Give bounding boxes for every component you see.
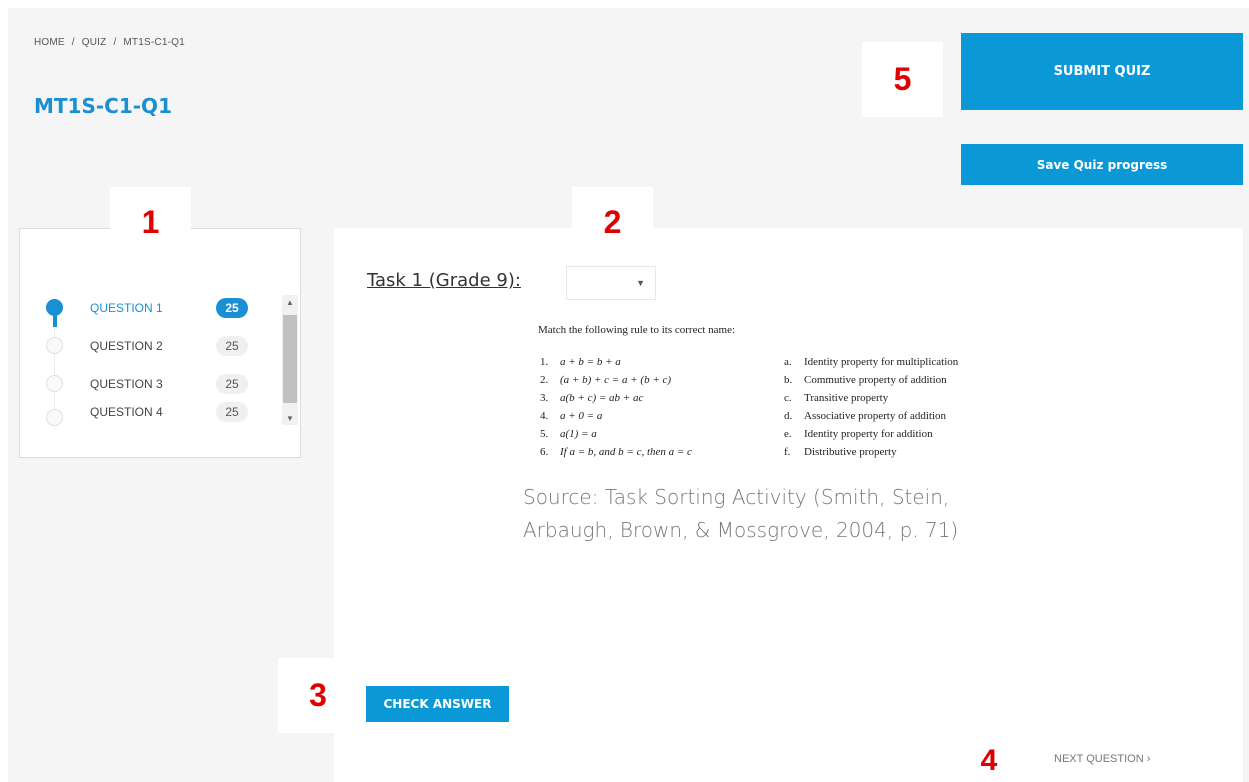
scroll-up-arrow-icon[interactable]: ▲: [282, 295, 298, 309]
name-letter: a.: [784, 356, 792, 368]
scroll-down-arrow-icon[interactable]: ▼: [282, 411, 298, 425]
task-image-row: 5. a(1) = a e. Identity property for add…: [540, 428, 1010, 446]
question-item-1[interactable]: QUESTION 1 25: [20, 293, 280, 327]
rule-text: a(b + c) = ab + ac: [560, 392, 644, 404]
rule-text: a + 0 = a: [560, 410, 603, 422]
task-image-row: 4. a + 0 = a d. Associative property of …: [540, 410, 1010, 428]
property-name: Distributive property: [804, 446, 897, 458]
name-letter: d.: [784, 410, 793, 422]
chevron-down-icon: ▼: [636, 278, 645, 288]
question-navigation-panel: QUESTION 1 25 QUESTION 2 25 QUESTION 3 2…: [19, 228, 301, 458]
property-name: Associative property of addition: [804, 410, 947, 422]
timeline-dot-icon: [46, 375, 63, 392]
question-label[interactable]: QUESTION 1: [90, 301, 163, 315]
question-label[interactable]: QUESTION 3: [90, 377, 163, 391]
rule-number: 3.: [540, 392, 549, 404]
name-letter: f.: [784, 446, 791, 458]
rule-number: 1.: [540, 356, 549, 368]
save-quiz-progress-button[interactable]: Save Quiz progress: [961, 144, 1243, 185]
rule-number: 2.: [540, 374, 549, 386]
task-source-citation: Source: Task Sorting Activity (Smith, St…: [523, 485, 959, 542]
timeline-pin-stem: [53, 313, 57, 327]
property-name: Identity property for addition: [804, 428, 933, 440]
question-item-3[interactable]: QUESTION 3 25: [20, 369, 280, 399]
rule-number: 4.: [540, 410, 549, 422]
breadcrumb-separator: /: [113, 37, 117, 48]
name-letter: c.: [784, 392, 792, 404]
breadcrumb: HOME / QUIZ / MT1S-C1-Q1: [34, 37, 189, 48]
breadcrumb-separator: /: [71, 37, 75, 48]
annotation-marker-4: 4: [955, 740, 1023, 782]
check-answer-button[interactable]: CHECK ANSWER: [366, 686, 509, 722]
rule-text: (a + b) + c = a + (b + c): [560, 374, 672, 386]
task-image-row: 6. If a = b, and b = c, then a = c f. Di…: [540, 446, 1010, 464]
question-item-2[interactable]: QUESTION 2 25: [20, 331, 280, 361]
question-score-badge: 25: [216, 336, 248, 356]
question-label[interactable]: QUESTION 2: [90, 339, 163, 353]
submit-quiz-button[interactable]: SUBMIT QUIZ: [961, 33, 1243, 110]
property-name: Identity property for multiplication: [804, 356, 959, 368]
page-title: MT1S-C1-Q1: [34, 94, 172, 118]
name-letter: b.: [784, 374, 793, 386]
scroll-thumb[interactable]: [283, 315, 297, 403]
task-image-row: 2. (a + b) + c = a + (b + c) b. Commutiv…: [540, 374, 1010, 392]
task-image-heading: Match the following rule to its correct …: [538, 324, 736, 336]
name-letter: e.: [784, 428, 792, 440]
question-content-panel: Task 1 (Grade 9): ▼ Match the following …: [334, 228, 1243, 782]
rule-text: a + b = b + a: [560, 356, 621, 368]
annotation-marker-2: 2: [572, 187, 653, 257]
question-list-scrollbar[interactable]: ▲ ▼: [282, 295, 298, 425]
task-image-row: 1. a + b = b + a a. Identity property fo…: [540, 356, 1010, 374]
task-image: Match the following rule to its correct …: [524, 318, 1004, 468]
rule-text: If a = b, and b = c, then a = c: [560, 446, 692, 458]
breadcrumb-home[interactable]: HOME: [34, 37, 65, 48]
rule-number: 6.: [540, 446, 549, 458]
rule-text: a(1) = a: [560, 428, 597, 440]
timeline-dot-icon: [46, 337, 63, 354]
annotation-marker-1: 1: [110, 187, 191, 257]
property-name: Commutive property of addition: [804, 374, 947, 386]
question-item-4[interactable]: QUESTION 4 25: [20, 397, 280, 427]
property-name: Transitive property: [804, 392, 889, 404]
breadcrumb-quiz[interactable]: QUIZ: [82, 37, 107, 48]
question-score-badge: 25: [216, 402, 248, 422]
annotation-marker-5: 5: [862, 42, 943, 117]
annotation-marker-3: 3: [278, 658, 358, 733]
question-score-badge: 25: [216, 298, 248, 318]
next-question-link[interactable]: NEXT QUESTION ›: [1054, 753, 1150, 765]
question-label[interactable]: QUESTION 4: [90, 405, 163, 419]
task-answer-select[interactable]: ▼: [566, 266, 656, 300]
question-score-badge: 25: [216, 374, 248, 394]
task-image-row: 3. a(b + c) = ab + ac c. Transitive prop…: [540, 392, 1010, 410]
rule-number: 5.: [540, 428, 549, 440]
timeline-dot-icon: [46, 409, 63, 426]
task-title: Task 1 (Grade 9):: [367, 270, 521, 291]
breadcrumb-current: MT1S-C1-Q1: [123, 37, 185, 48]
